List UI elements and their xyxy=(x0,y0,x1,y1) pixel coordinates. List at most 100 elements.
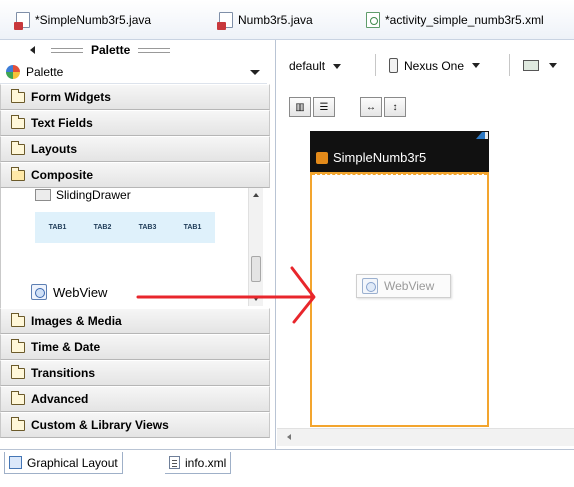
xml-file-icon xyxy=(169,456,180,469)
category-label: Layouts xyxy=(31,142,78,156)
editor-tab-numb3r5-java[interactable]: Numb3r5.java xyxy=(217,8,313,32)
theme-dropdown[interactable]: default xyxy=(289,59,342,73)
category-images-media[interactable]: Images & Media xyxy=(0,308,270,334)
toggle-preview-button[interactable]: ▥ xyxy=(289,97,311,117)
fill-width-icon: ↔ xyxy=(366,101,376,113)
scrollbar-thumb[interactable] xyxy=(251,256,261,282)
toolbar-divider xyxy=(375,54,376,76)
category-label: Advanced xyxy=(31,392,89,406)
toggle-layout-button[interactable]: ☰ xyxy=(313,97,335,117)
palette-scrollbar[interactable] xyxy=(248,188,263,306)
category-composite[interactable]: Composite xyxy=(0,162,270,188)
java-file-icon xyxy=(14,12,30,30)
grid-icon: ▥ xyxy=(295,101,305,113)
webview-icon xyxy=(362,278,378,294)
folder-open-icon xyxy=(11,166,25,181)
scroll-up-icon[interactable] xyxy=(253,193,259,197)
layout-actions-bar: ▥ ☰ ↔ ↕ xyxy=(277,97,574,123)
editor-tab-label: *SimpleNumb3r5.java xyxy=(35,13,152,27)
category-advanced[interactable]: Advanced xyxy=(0,386,270,412)
app-title: SimpleNumb3r5 xyxy=(316,150,426,165)
category-time-date[interactable]: Time & Date xyxy=(0,334,270,360)
category-label: Composite xyxy=(31,168,94,182)
layout-guide-line xyxy=(312,174,487,175)
list-icon: ☰ xyxy=(319,101,329,113)
theme-value: default xyxy=(289,59,326,73)
palette-header: Palette xyxy=(0,40,275,60)
canvas-horizontal-scrollbar[interactable] xyxy=(277,428,574,446)
fill-height-button[interactable]: ↕ xyxy=(384,97,406,117)
folder-icon xyxy=(11,114,25,129)
folder-icon xyxy=(11,390,25,405)
scroll-left-icon[interactable] xyxy=(287,434,291,440)
tab-graphical-layout[interactable]: Graphical Layout xyxy=(4,452,123,474)
editor-tab-label: *activity_simple_numb3r5.xml xyxy=(385,13,544,27)
category-layouts[interactable]: Layouts xyxy=(0,136,270,162)
device-value: Nexus One xyxy=(404,58,465,73)
palette-item-label: WebView xyxy=(53,284,108,300)
app-launcher-icon xyxy=(316,151,328,164)
category-label: Time & Date xyxy=(31,340,101,354)
chevron-down-icon xyxy=(333,63,342,69)
phone-icon xyxy=(389,58,398,73)
folder-icon xyxy=(11,88,25,103)
editor-tab-label: Numb3r5.java xyxy=(238,13,313,27)
editor-view-tabs: Graphical Layout info.xml xyxy=(0,449,574,487)
header-grip-icon xyxy=(138,47,171,53)
category-label: Text Fields xyxy=(31,116,93,130)
category-label: Transitions xyxy=(31,366,96,380)
sliding-drawer-icon xyxy=(35,189,51,201)
java-file-icon xyxy=(217,12,233,30)
layout-toolbar: default Nexus One xyxy=(277,40,574,97)
collapse-left-icon[interactable] xyxy=(30,46,35,54)
category-custom-library-views[interactable]: Custom & Library Views xyxy=(0,412,270,438)
editor-tab-simplenumb3r5-java[interactable]: *SimpleNumb3r5.java xyxy=(14,8,152,32)
tab-preview-label: TAB1 xyxy=(183,224,202,231)
root-layout-frame[interactable] xyxy=(310,172,489,427)
chevron-down-icon xyxy=(472,63,481,68)
toolbar-divider xyxy=(509,54,510,76)
editor-tab-bar: *SimpleNumb3r5.java Numb3r5.java *activi… xyxy=(0,0,574,40)
category-label: Images & Media xyxy=(31,314,122,328)
palette-item-slidingdrawer[interactable]: SlidingDrawer xyxy=(35,188,131,202)
composite-items: SlidingDrawer TAB1 TAB2 TAB3 TAB1 WebVie… xyxy=(0,188,270,308)
battery-icon xyxy=(485,132,488,139)
fill-width-button[interactable]: ↔ xyxy=(360,97,382,117)
category-label: Custom & Library Views xyxy=(31,418,169,432)
folder-icon xyxy=(11,140,25,155)
folder-icon xyxy=(11,364,25,379)
palette-item-webview[interactable]: WebView xyxy=(31,281,246,303)
tab-label: Graphical Layout xyxy=(27,455,118,470)
graphical-layout-icon xyxy=(9,456,22,469)
palette-panel: Palette Palette Form Widgets Text Fields… xyxy=(0,40,276,449)
phone-status-bar xyxy=(310,131,489,141)
dragged-webview-preview[interactable]: WebView xyxy=(356,274,451,298)
chevron-down-icon xyxy=(549,63,557,68)
fill-height-icon: ↕ xyxy=(392,101,398,113)
category-transitions[interactable]: Transitions xyxy=(0,360,270,386)
folder-icon xyxy=(11,312,25,327)
tab-label: info.xml xyxy=(185,455,227,470)
tab-info-xml[interactable]: info.xml xyxy=(165,452,232,474)
dragged-widget-label: WebView xyxy=(384,279,435,293)
chevron-down-icon xyxy=(250,70,260,75)
folder-icon xyxy=(11,338,25,353)
palette-selector-value: Palette xyxy=(26,64,64,79)
category-text-fields[interactable]: Text Fields xyxy=(0,110,270,136)
palette-icon xyxy=(6,64,20,79)
scroll-down-icon[interactable] xyxy=(253,297,259,301)
tab-preview-label: TAB2 xyxy=(93,224,112,231)
editor-tab-activity-xml[interactable]: *activity_simple_numb3r5.xml xyxy=(366,8,544,32)
palette-selector[interactable]: Palette xyxy=(0,60,267,84)
tab-preview-label: TAB1 xyxy=(48,224,67,231)
webview-icon xyxy=(31,284,47,300)
category-label: Form Widgets xyxy=(31,90,111,104)
orientation-icon xyxy=(523,60,539,71)
palette-title: Palette xyxy=(91,43,131,57)
palette-item-tabhost[interactable]: TAB1 TAB2 TAB3 TAB1 xyxy=(35,212,215,243)
orientation-dropdown[interactable] xyxy=(523,60,557,71)
palette-item-label: SlidingDrawer xyxy=(56,188,131,202)
device-dropdown[interactable]: Nexus One xyxy=(389,58,481,73)
category-form-widgets[interactable]: Form Widgets xyxy=(0,84,270,110)
xml-layout-file-icon xyxy=(366,12,380,28)
